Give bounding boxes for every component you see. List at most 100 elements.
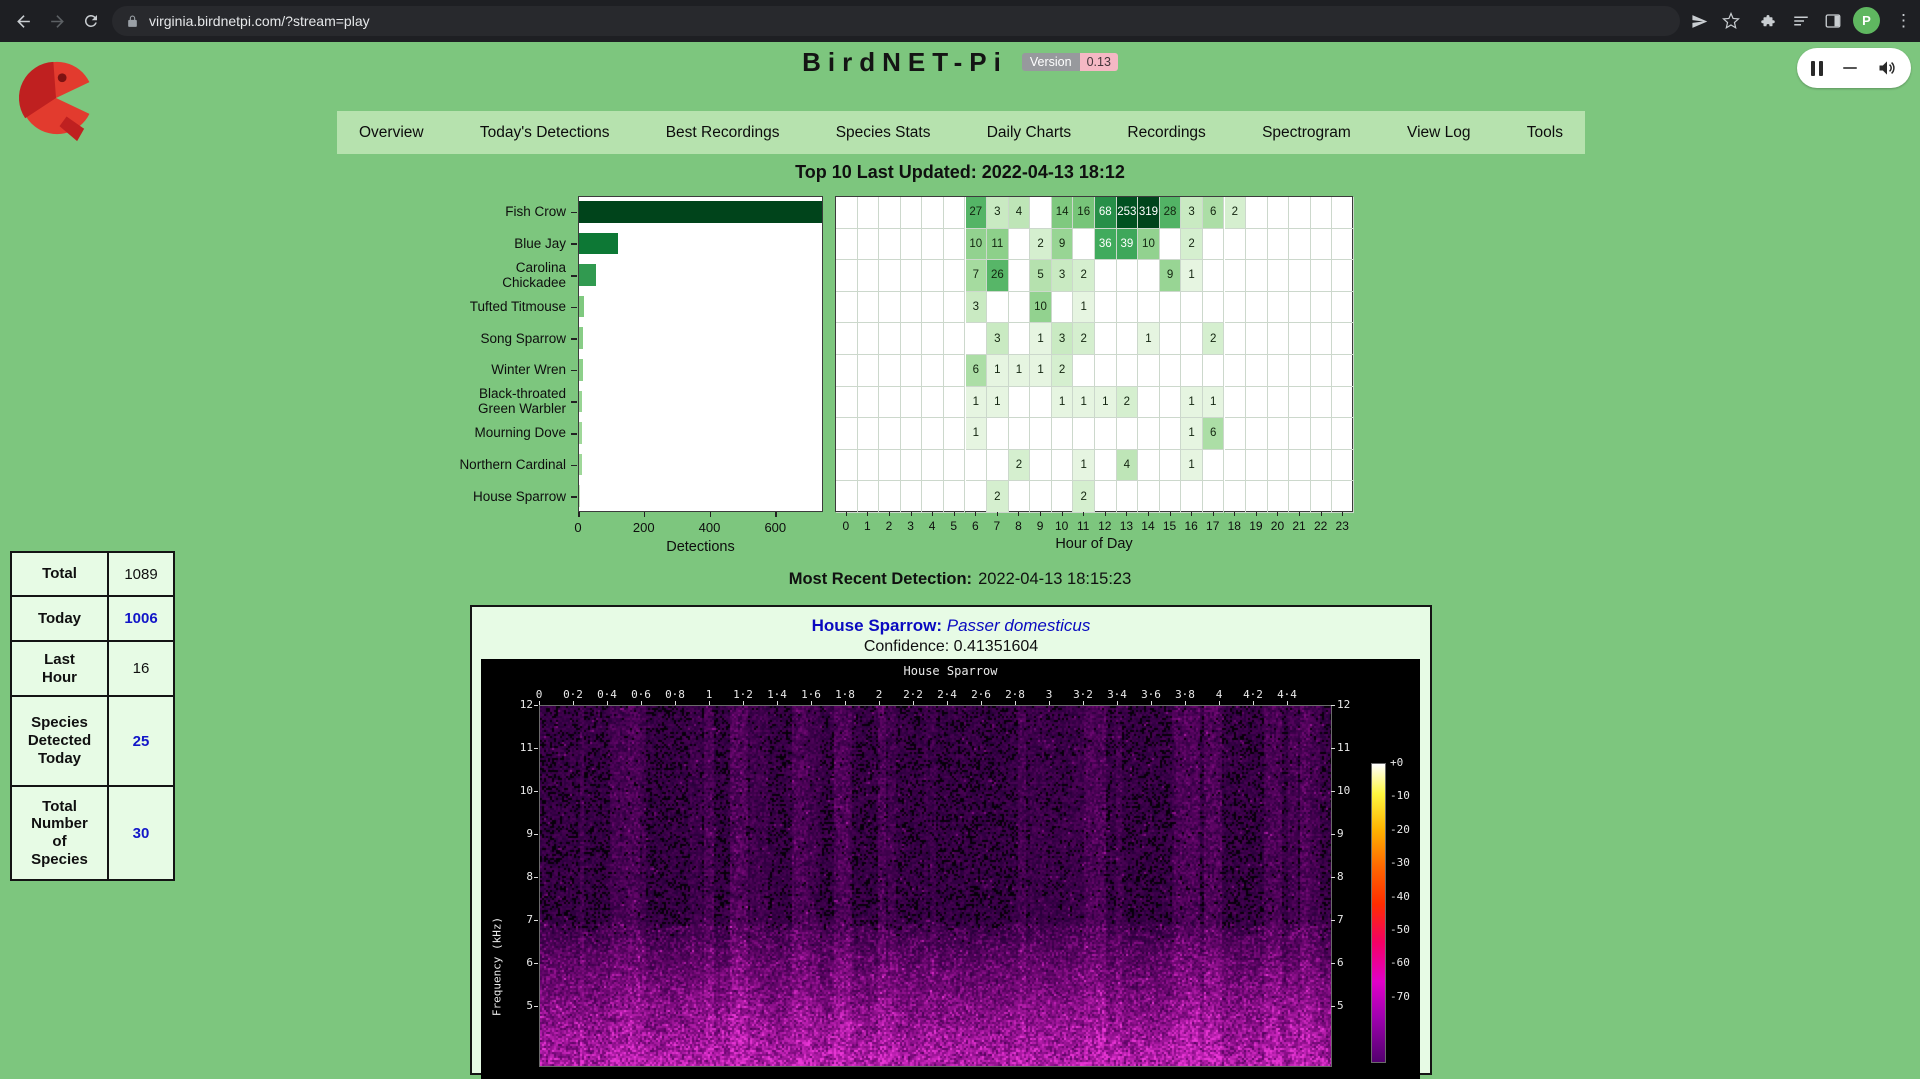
spec-y-tick-label: 8 (499, 870, 533, 883)
species-label-black-throated-green-warbler: Black-throated Green Warbler (454, 386, 570, 418)
hour-tick (1170, 512, 1171, 516)
pause-icon[interactable] (1811, 61, 1823, 76)
bar-northern-cardinal (579, 454, 582, 476)
heat-cell (836, 260, 858, 292)
spec-x-tick (913, 701, 914, 705)
heat-cell: 319 (1138, 197, 1160, 229)
heat-cell: 6 (1203, 418, 1225, 450)
heat-cell (858, 260, 880, 292)
bar-mourning-dove (579, 422, 582, 444)
nav-item-best-recordings[interactable]: Best Recordings (666, 124, 780, 142)
species-tick (571, 370, 577, 372)
stat-value[interactable]: 25 (108, 696, 174, 786)
heat-cell (836, 323, 858, 355)
nav-item-view-log[interactable]: View Log (1407, 124, 1470, 142)
hour-tick (1277, 512, 1278, 516)
heat-cell (836, 197, 858, 229)
bar-x-tick (710, 512, 712, 517)
nav-item-today-s-detections[interactable]: Today's Detections (480, 124, 610, 142)
heat-cell: 1 (1030, 355, 1052, 387)
stat-value[interactable]: 1006 (108, 596, 174, 641)
spec-x-tick-label: 0·6 (628, 688, 654, 701)
heat-cell (1073, 355, 1095, 387)
colorbar-tick-label: +0 (1390, 756, 1403, 769)
reading-list-icon[interactable] (1790, 10, 1812, 32)
spec-y-tick-label-right: 8 (1337, 870, 1367, 883)
heat-cell (1246, 292, 1268, 324)
species-common-name[interactable]: House Sparrow: (812, 616, 942, 635)
heat-cell: 9 (1052, 229, 1074, 261)
spec-x-tick-label: 0·8 (662, 688, 688, 701)
spec-x-tick-label: 3 (1036, 688, 1062, 701)
hour-tick-label: 0 (836, 519, 856, 533)
heat-cell (1268, 387, 1290, 419)
spec-x-tick-label: 2·8 (1002, 688, 1028, 701)
heat-cell (1268, 418, 1290, 450)
nav-item-species-stats[interactable]: Species Stats (836, 124, 931, 142)
heat-cell: 1 (1073, 387, 1095, 419)
heat-cell (1160, 323, 1182, 355)
side-panel-icon[interactable] (1822, 10, 1844, 32)
heat-cell: 14 (1052, 197, 1074, 229)
heat-cell: 11 (987, 229, 1009, 261)
spec-x-tick-label: 2·2 (900, 688, 926, 701)
nav-item-daily-charts[interactable]: Daily Charts (987, 124, 1071, 142)
back-icon[interactable] (12, 10, 34, 32)
heat-cell: 1 (987, 387, 1009, 419)
nav-item-tools[interactable]: Tools (1527, 124, 1563, 142)
menu-kebab-icon[interactable]: ⋮ (1895, 9, 1912, 33)
spec-y-tick (534, 1006, 538, 1007)
heat-cell (922, 450, 944, 482)
heat-cell (1181, 323, 1203, 355)
seek-bar[interactable] (1843, 67, 1857, 70)
heat-cell (1117, 292, 1139, 324)
spec-x-tick (1083, 701, 1084, 705)
stats-table: Total1089Today1006Last Hour16Species Det… (10, 551, 175, 881)
heat-cell (944, 323, 966, 355)
forward-icon (46, 10, 68, 32)
hour-tick (975, 512, 976, 516)
heat-cell: 6 (966, 355, 988, 387)
nav-item-overview[interactable]: Overview (359, 124, 424, 142)
volume-icon[interactable] (1877, 58, 1897, 78)
reload-icon[interactable] (80, 10, 102, 32)
hour-tick-label: 3 (901, 519, 921, 533)
nav-item-recordings[interactable]: Recordings (1127, 124, 1205, 142)
heat-cell (1225, 418, 1247, 450)
extensions-icon[interactable] (1757, 10, 1779, 32)
spec-x-tick-label: 1·2 (730, 688, 756, 701)
audio-player[interactable] (1797, 48, 1911, 88)
heat-cell (1030, 481, 1052, 513)
heat-cell: 7 (966, 260, 988, 292)
hour-tick-label: 2 (879, 519, 899, 533)
profile-avatar[interactable]: P (1853, 7, 1880, 34)
heat-cell: 26 (987, 260, 1009, 292)
heat-cell (1095, 481, 1117, 513)
heat-cell (944, 229, 966, 261)
heat-cell (1268, 355, 1290, 387)
stat-value[interactable]: 30 (108, 786, 174, 880)
stats-row-today: Today1006 (11, 596, 174, 641)
send-icon[interactable] (1688, 10, 1710, 32)
heat-cell (1289, 418, 1311, 450)
heat-cell (1246, 229, 1268, 261)
spec-x-tick-label: 0·4 (594, 688, 620, 701)
heat-cell (1009, 229, 1031, 261)
heat-cell (1073, 229, 1095, 261)
url-bar[interactable]: virginia.birdnetpi.com/?stream=play (112, 6, 1680, 36)
bar-house-sparrow (579, 485, 580, 507)
nav-item-spectrogram[interactable]: Spectrogram (1262, 124, 1351, 142)
spec-x-tick (1185, 701, 1186, 705)
spec-x-tick-label: 2·6 (968, 688, 994, 701)
heat-cell (1268, 450, 1290, 482)
bookmark-star-icon[interactable] (1720, 10, 1742, 32)
hour-tick-label: 14 (1138, 519, 1158, 533)
spec-x-tick (981, 701, 982, 705)
heat-cell (944, 260, 966, 292)
species-label-blue-jay: Blue Jay (454, 228, 570, 260)
heat-cell (1095, 418, 1117, 450)
top10-heading: Top 10 Last Updated: 2022-04-13 18:12 (0, 162, 1920, 183)
spectrogram: House Sparrow Frequency (kHz) 00·20·40·6… (481, 659, 1420, 1079)
heat-cell: 1 (1073, 292, 1095, 324)
heat-cell: 1 (1052, 387, 1074, 419)
